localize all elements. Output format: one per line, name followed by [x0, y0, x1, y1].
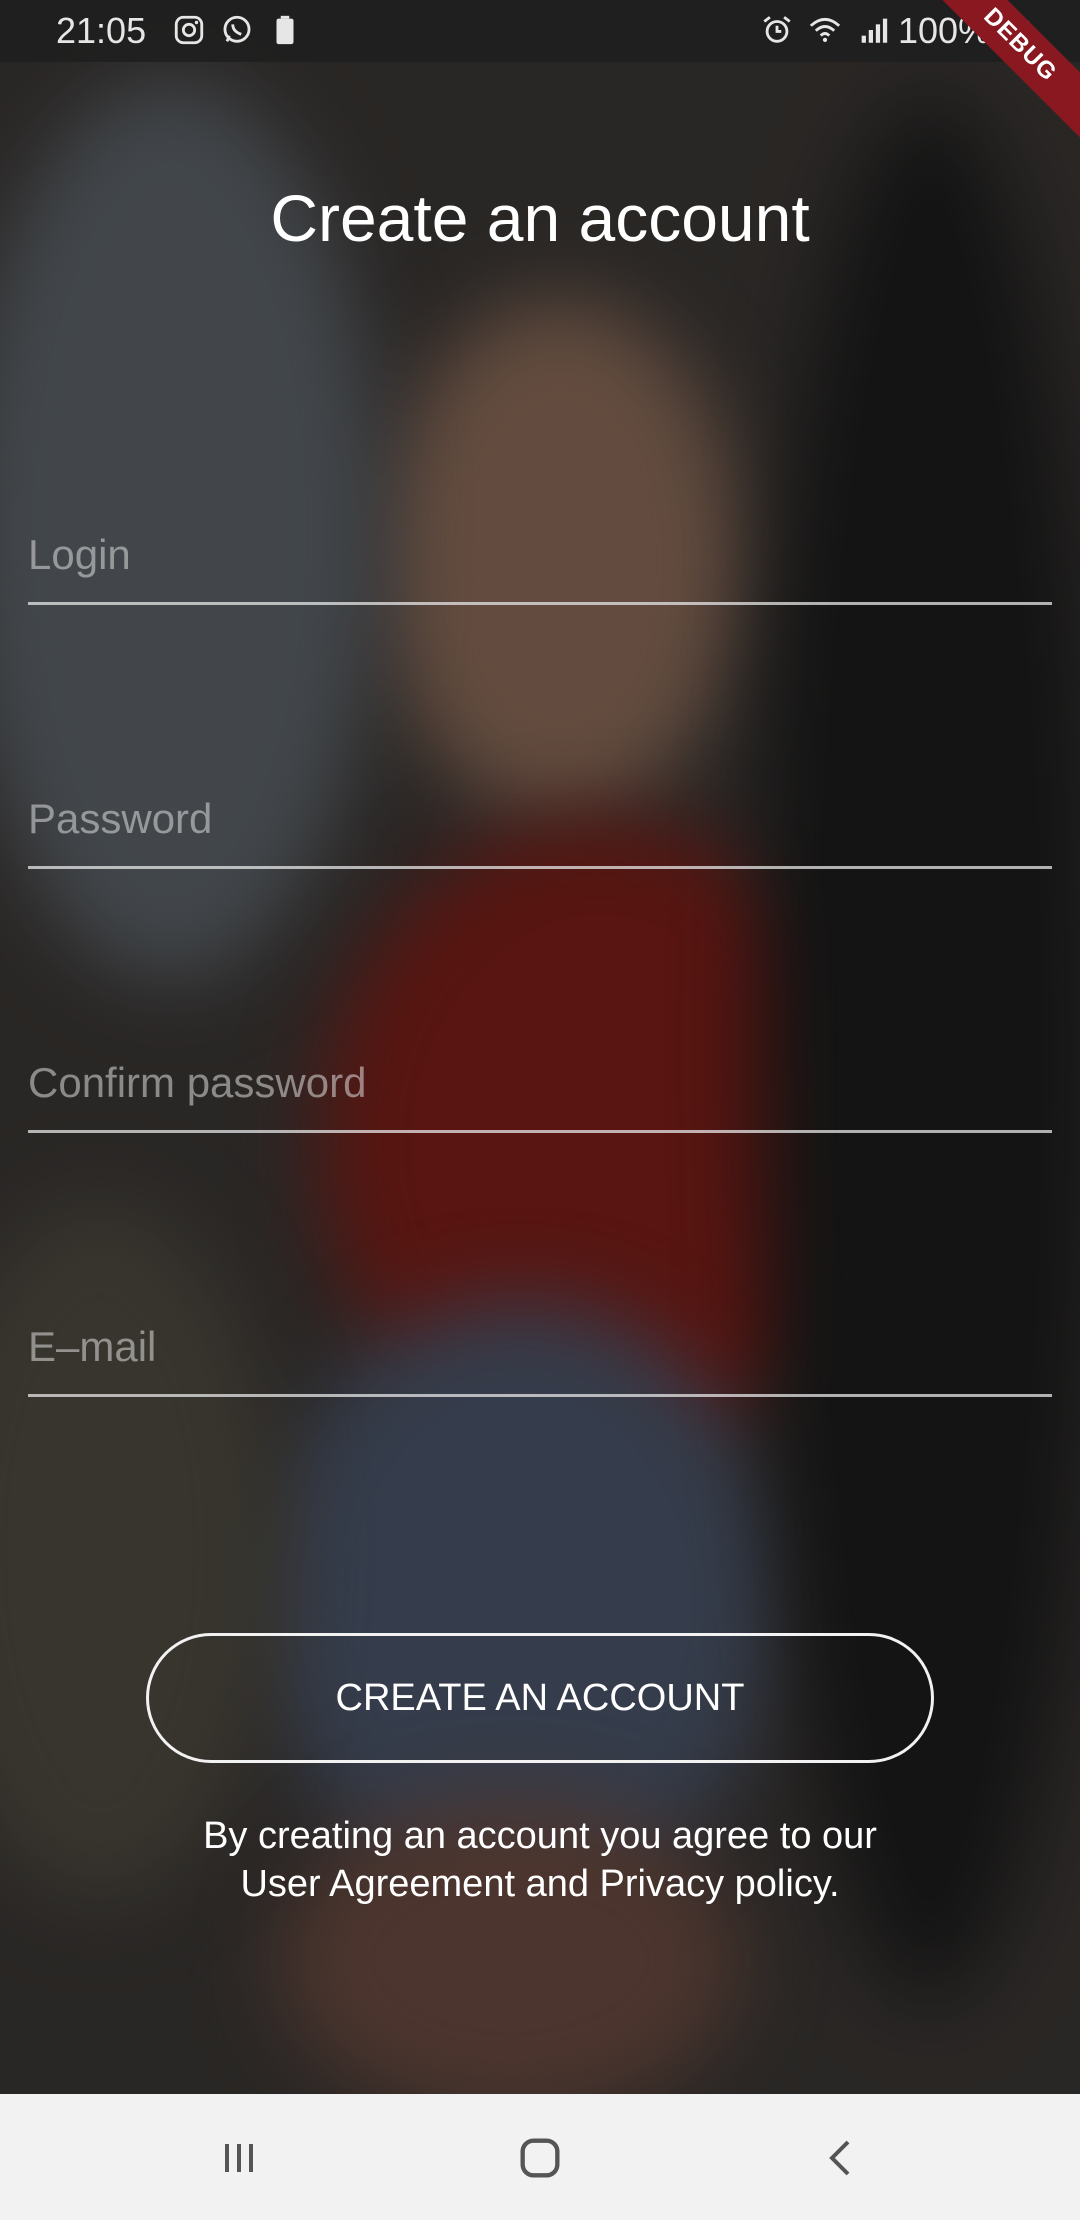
confirm-password-field[interactable] — [28, 1023, 1052, 1133]
email-input[interactable] — [28, 1287, 1052, 1394]
back-icon — [829, 2140, 850, 2176]
recents-button[interactable] — [207, 2126, 271, 2190]
home-icon — [520, 2138, 560, 2178]
password-field[interactable] — [28, 759, 1052, 869]
agreement-line-1: By creating an account you agree to our — [203, 1815, 877, 1857]
screen: 21:05 100% DEBUG Create an account Login… — [0, 0, 1080, 2220]
back-button[interactable] — [810, 2126, 874, 2190]
home-button[interactable] — [508, 2126, 572, 2190]
create-account-button[interactable]: CREATE AN ACCOUNT — [146, 1633, 934, 1763]
agreement-text: By creating an account you agree to our … — [0, 1812, 1080, 1908]
whatsapp-icon — [223, 15, 251, 43]
status-icons-right — [760, 12, 890, 48]
login-input[interactable] — [28, 495, 1052, 602]
status-icons-left — [172, 12, 302, 48]
wifi-icon — [809, 17, 841, 43]
alarm-icon — [763, 16, 791, 43]
status-bar: 21:05 100% — [0, 0, 1080, 62]
recents-icon — [225, 2144, 253, 2172]
instagram-icon — [174, 15, 204, 45]
login-field[interactable] — [28, 495, 1052, 605]
password-input[interactable] — [28, 759, 1052, 866]
status-time: 21:05 — [56, 10, 147, 51]
page-title: Create an account — [270, 181, 810, 255]
agreement-line-2: User Agreement and Privacy policy. — [240, 1863, 840, 1905]
email-field[interactable] — [28, 1287, 1052, 1397]
battery-saver-icon — [276, 15, 294, 45]
confirm-password-input[interactable] — [28, 1023, 1052, 1130]
navigation-bar — [0, 2094, 1080, 2220]
signal-icon — [861, 18, 888, 43]
